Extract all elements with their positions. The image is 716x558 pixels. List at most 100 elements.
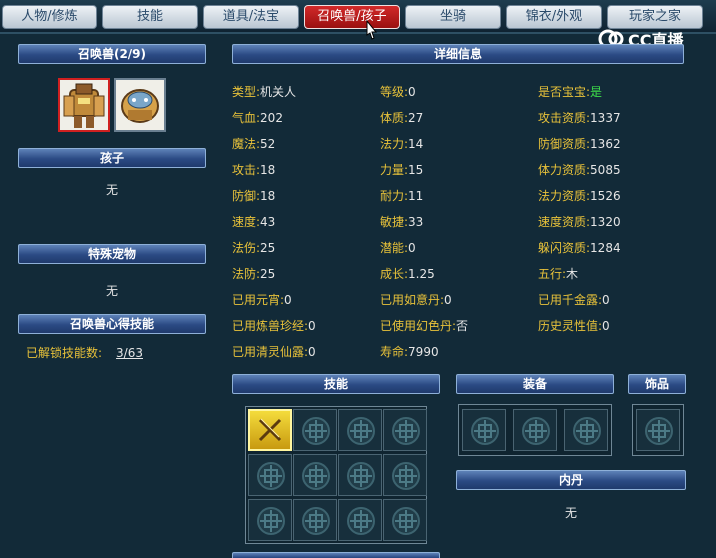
summon-portrait-1[interactable] <box>58 78 110 132</box>
child-value: 无 <box>105 183 118 197</box>
stat-4-2: 法力资质:1526 <box>538 187 621 204</box>
stat-label: 寿命: <box>380 345 409 359</box>
stat-label: 已用元宵: <box>232 293 285 307</box>
stat-value: 0 <box>308 345 316 359</box>
skill-slot-4[interactable] <box>383 409 427 451</box>
empty-slot-emblem-icon <box>302 507 330 535</box>
ornament-grid <box>632 404 684 456</box>
child-header: 孩子 <box>18 148 206 168</box>
stat-label: 已用炼兽珍经: <box>232 319 309 333</box>
tab-outfit[interactable]: 锦衣/外观 <box>506 5 602 29</box>
ornament-slot[interactable] <box>636 409 680 451</box>
equipment-header: 装备 <box>456 374 614 394</box>
skill-slot-9[interactable] <box>248 499 292 541</box>
stat-0-2: 是否宝宝:是 <box>538 83 602 100</box>
special-pet-value: 无 <box>105 284 118 298</box>
stat-label: 法力资质: <box>538 189 591 203</box>
stat-label: 魔法: <box>232 137 261 151</box>
skill-slot-3[interactable] <box>338 409 382 451</box>
summon-portrait-2[interactable] <box>114 78 166 132</box>
stat-label: 法伤: <box>232 241 261 255</box>
mech-robot-icon <box>60 80 108 130</box>
stat-label: 法力: <box>380 137 409 151</box>
skill-slot-11[interactable] <box>338 499 382 541</box>
stat-value: 18 <box>260 163 276 177</box>
stat-9-0: 已用炼兽珍经:0 <box>232 317 316 334</box>
tab-items[interactable]: 道具/法宝 <box>203 5 299 29</box>
skill-slot-12[interactable] <box>383 499 427 541</box>
stat-6-0: 法伤:25 <box>232 239 275 256</box>
stat-label: 体力资质: <box>538 163 591 177</box>
tab-skills[interactable]: 技能 <box>102 5 198 29</box>
stat-value: 1.25 <box>408 267 435 281</box>
stat-value: 33 <box>408 215 424 229</box>
stat-9-2: 历史灵性值:0 <box>538 317 610 334</box>
stat-1-2: 攻击资质:1337 <box>538 109 621 126</box>
stat-2-0: 魔法:52 <box>232 135 275 152</box>
stat-label: 法防: <box>232 267 261 281</box>
stat-label: 已用千金露: <box>538 293 603 307</box>
stat-value: 机关人 <box>260 85 297 99</box>
stat-label: 敏捷: <box>380 215 409 229</box>
stat-value: 1284 <box>590 241 621 255</box>
stat-value: 5085 <box>590 163 621 177</box>
special-pet-header: 特殊宠物 <box>18 244 206 264</box>
empty-slot-emblem-icon <box>573 417 601 445</box>
stat-2-2: 防御资质:1362 <box>538 135 621 152</box>
stat-1-0: 气血:202 <box>232 109 283 126</box>
stat-7-1: 成长:1.25 <box>380 265 435 282</box>
empty-slot-emblem-icon <box>522 417 550 445</box>
stat-value: 0 <box>408 85 416 99</box>
stat-value: 0 <box>602 319 610 333</box>
stat-label: 体质: <box>380 111 409 125</box>
tab-mount[interactable]: 坐骑 <box>405 5 501 29</box>
stat-10-0: 已用清灵仙露:0 <box>232 343 316 360</box>
neidan-value: 无 <box>564 506 577 520</box>
skill-slot-5[interactable] <box>248 454 292 496</box>
unlocked-skills-value[interactable]: 3/63 <box>116 346 143 360</box>
heart-skill-header: 召唤兽心得技能 <box>18 314 206 334</box>
stat-value: 52 <box>260 137 276 151</box>
equipment-slot-3[interactable] <box>564 409 608 451</box>
stat-label: 耐力: <box>380 189 409 203</box>
stat-2-1: 法力:14 <box>380 135 423 152</box>
skill-slot-1[interactable] <box>248 409 292 451</box>
skill-slot-2[interactable] <box>293 409 337 451</box>
stat-label: 五行: <box>538 267 567 281</box>
stat-5-0: 速度:43 <box>232 213 275 230</box>
stat-value: 11 <box>408 189 424 203</box>
stat-value: 25 <box>260 241 276 255</box>
tab-home[interactable]: 玩家之家 <box>607 5 703 29</box>
stat-value: 木 <box>566 267 579 281</box>
stat-value: 0 <box>444 293 452 307</box>
stat-label: 类型: <box>232 85 261 99</box>
empty-slot-emblem-icon <box>302 417 330 445</box>
skill-slot-7[interactable] <box>338 454 382 496</box>
stat-10-1: 寿命:7990 <box>380 343 439 360</box>
stat-value: 1320 <box>590 215 621 229</box>
empty-slot-emblem-icon <box>392 462 420 490</box>
skills-header: 技能 <box>232 374 440 394</box>
beast-portrait-icon <box>116 80 164 130</box>
stat-value: 14 <box>408 137 424 151</box>
skill-slot-10[interactable] <box>293 499 337 541</box>
stat-label: 已用如意丹: <box>380 293 445 307</box>
stat-6-1: 潜能:0 <box>380 239 416 256</box>
tab-character[interactable]: 人物/修炼 <box>2 5 97 29</box>
equipment-slot-1[interactable] <box>462 409 506 451</box>
stat-value: 25 <box>260 267 276 281</box>
skill-slot-8[interactable] <box>383 454 427 496</box>
stat-1-1: 体质:27 <box>380 109 423 126</box>
stat-3-2: 体力资质:5085 <box>538 161 621 178</box>
stat-label: 躲闪资质: <box>538 241 591 255</box>
mouse-cursor-icon <box>366 20 378 40</box>
equipment-slot-2[interactable] <box>513 409 557 451</box>
stat-value: 1337 <box>590 111 621 125</box>
skill-slot-6[interactable] <box>293 454 337 496</box>
empty-slot-emblem-icon <box>392 417 420 445</box>
stat-value: 是 <box>590 85 603 99</box>
stat-3-0: 攻击:18 <box>232 161 275 178</box>
tab-summon[interactable]: 召唤兽/孩子 <box>304 5 400 29</box>
stat-8-1: 已用如意丹:0 <box>380 291 452 308</box>
stat-value: 27 <box>408 111 424 125</box>
